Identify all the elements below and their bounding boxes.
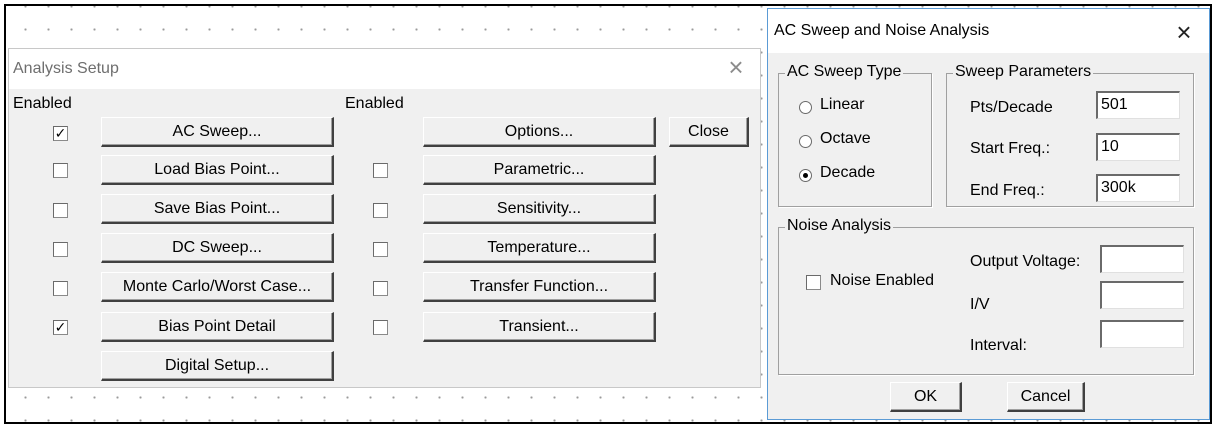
iv-label: I/V xyxy=(970,296,990,313)
ac-sweep-checkbox[interactable]: ✓ xyxy=(53,126,68,141)
load-bias-checkbox[interactable] xyxy=(53,163,68,178)
analysis-setup-titlebar: Analysis Setup × xyxy=(9,49,760,89)
bias-point-detail-button[interactable]: Bias Point Detail xyxy=(101,312,334,342)
cancel-button[interactable]: Cancel xyxy=(1007,382,1085,412)
save-bias-checkbox[interactable] xyxy=(53,203,68,218)
ac-sweep-noise-dialog: AC Sweep and Noise Analysis × AC Sweep T… xyxy=(767,8,1210,420)
ac-sweep-button[interactable]: AC Sweep... xyxy=(101,117,334,147)
octave-label: Octave xyxy=(820,130,871,147)
temperature-button[interactable]: Temperature... xyxy=(423,233,656,263)
analysis-setup-dialog: Analysis Setup × Enabled Enabled ✓ ✓ AC … xyxy=(8,48,761,388)
end-freq-label: End Freq.: xyxy=(970,182,1045,199)
ac-sweep-type-legend: AC Sweep Type xyxy=(785,63,904,81)
parametric-button[interactable]: Parametric... xyxy=(423,155,656,185)
noise-enabled-checkbox[interactable] xyxy=(806,275,821,290)
interval-label: Interval: xyxy=(970,337,1027,354)
save-bias-point-button[interactable]: Save Bias Point... xyxy=(101,194,334,224)
interval-input[interactable] xyxy=(1100,320,1184,348)
temperature-checkbox[interactable] xyxy=(373,242,388,257)
analysis-setup-title: Analysis Setup xyxy=(13,60,119,77)
close-icon[interactable]: × xyxy=(1169,17,1199,47)
noise-enabled-label: Noise Enabled xyxy=(830,272,935,289)
bias-point-detail-checkbox[interactable]: ✓ xyxy=(53,320,68,335)
enabled-header-right: Enabled xyxy=(345,95,404,112)
octave-radio[interactable] xyxy=(799,135,812,148)
monte-carlo-checkbox[interactable] xyxy=(53,281,68,296)
close-button[interactable]: Close xyxy=(669,117,749,147)
dc-sweep-button[interactable]: DC Sweep... xyxy=(101,233,334,263)
enabled-header-left: Enabled xyxy=(13,95,72,112)
noise-analysis-legend: Noise Analysis xyxy=(785,217,894,235)
pts-decade-label: Pts/Decade xyxy=(970,99,1053,116)
sensitivity-checkbox[interactable] xyxy=(373,203,388,218)
load-bias-point-button[interactable]: Load Bias Point... xyxy=(101,155,334,185)
monte-carlo-worst-case-button[interactable]: Monte Carlo/Worst Case... xyxy=(101,272,334,302)
transient-button[interactable]: Transient... xyxy=(423,312,656,342)
ac-dialog-title: AC Sweep and Noise Analysis xyxy=(774,22,990,39)
output-voltage-input[interactable] xyxy=(1100,245,1184,273)
close-icon[interactable]: × xyxy=(722,53,750,81)
decade-label: Decade xyxy=(820,164,876,181)
sweep-parameters-legend: Sweep Parameters xyxy=(953,63,1094,81)
decade-radio[interactable] xyxy=(799,169,812,182)
linear-radio[interactable] xyxy=(799,101,812,114)
parametric-checkbox[interactable] xyxy=(373,163,388,178)
pts-decade-input[interactable]: 501 xyxy=(1096,91,1180,119)
output-voltage-label: Output Voltage: xyxy=(970,253,1081,270)
transient-checkbox[interactable] xyxy=(373,320,388,335)
iv-input[interactable] xyxy=(1100,281,1184,309)
sensitivity-button[interactable]: Sensitivity... xyxy=(423,194,656,224)
ok-button[interactable]: OK xyxy=(890,382,962,412)
linear-label: Linear xyxy=(820,96,865,113)
options-button[interactable]: Options... xyxy=(423,117,656,147)
start-freq-input[interactable]: 10 xyxy=(1096,133,1180,161)
dc-sweep-checkbox[interactable] xyxy=(53,242,68,257)
transfer-function-button[interactable]: Transfer Function... xyxy=(423,272,656,302)
start-freq-label: Start Freq.: xyxy=(970,140,1051,157)
transfer-function-checkbox[interactable] xyxy=(373,281,388,296)
ac-dialog-titlebar: AC Sweep and Noise Analysis × xyxy=(768,9,1209,53)
end-freq-input[interactable]: 300k xyxy=(1096,174,1180,202)
digital-setup-button[interactable]: Digital Setup... xyxy=(101,351,334,381)
